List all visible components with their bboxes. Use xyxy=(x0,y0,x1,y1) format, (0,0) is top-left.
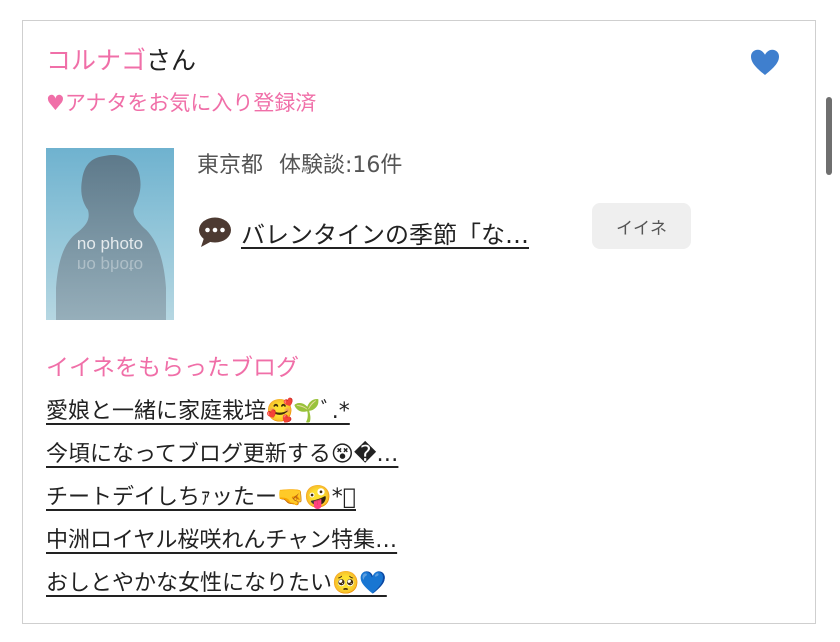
favorite-heart-icon[interactable] xyxy=(750,48,780,78)
list-item: 中洲ロイヤル桜咲れんチャン特集… xyxy=(46,521,398,564)
name-honorific: さん xyxy=(146,46,197,75)
list-item: 今頃になってブログ更新する😵�… xyxy=(46,435,398,478)
blog-link[interactable]: 今頃になってブログ更新する😵�… xyxy=(46,442,398,467)
liked-blogs-list: 愛娘と一緒に家庭栽培🥰🌱ﾞ.* 今頃になってブログ更新する😵�… チートデイしち… xyxy=(46,392,398,607)
speech-bubble-icon xyxy=(199,217,231,247)
profile-name-link[interactable]: コルナゴ xyxy=(46,46,146,75)
blog-link[interactable]: チートデイしちｧッたー🤜🤪*ﾟ xyxy=(46,485,356,510)
list-item: おしとやかな女性になりたい🥺💙 xyxy=(46,564,398,607)
avatar[interactable]: no photo no photo xyxy=(46,148,174,320)
avatar-placeholder-reflection: no photo xyxy=(77,256,143,275)
profile-meta: 東京都 体験談:16件 xyxy=(197,150,402,182)
blog-link[interactable]: 中洲ロイヤル桜咲れんチャン特集… xyxy=(46,528,397,553)
avatar-placeholder-text: no photo xyxy=(77,234,143,253)
list-item: チートデイしちｧッたー🤜🤪*ﾟ xyxy=(46,478,398,521)
liked-blogs-title: イイネをもらったブログ xyxy=(46,355,299,381)
latest-post-link[interactable]: バレンタインの季節「な… xyxy=(241,215,529,250)
favorite-status: ♥アナタをお気に入り登録済 xyxy=(46,91,317,115)
scrollbar[interactable] xyxy=(826,97,832,175)
blog-link[interactable]: おしとやかな女性になりたい🥺💙 xyxy=(46,571,387,596)
latest-post: バレンタインの季節「な… xyxy=(197,214,529,250)
review-count: 体験談:16件 xyxy=(279,153,403,178)
like-button[interactable]: イイネ xyxy=(592,203,691,249)
blog-link[interactable]: 愛娘と一緒に家庭栽培🥰🌱ﾞ.* xyxy=(46,399,350,424)
list-item: 愛娘と一緒に家庭栽培🥰🌱ﾞ.* xyxy=(46,392,398,435)
profile-name: コルナゴさん xyxy=(46,44,196,78)
location: 東京都 xyxy=(197,153,264,178)
